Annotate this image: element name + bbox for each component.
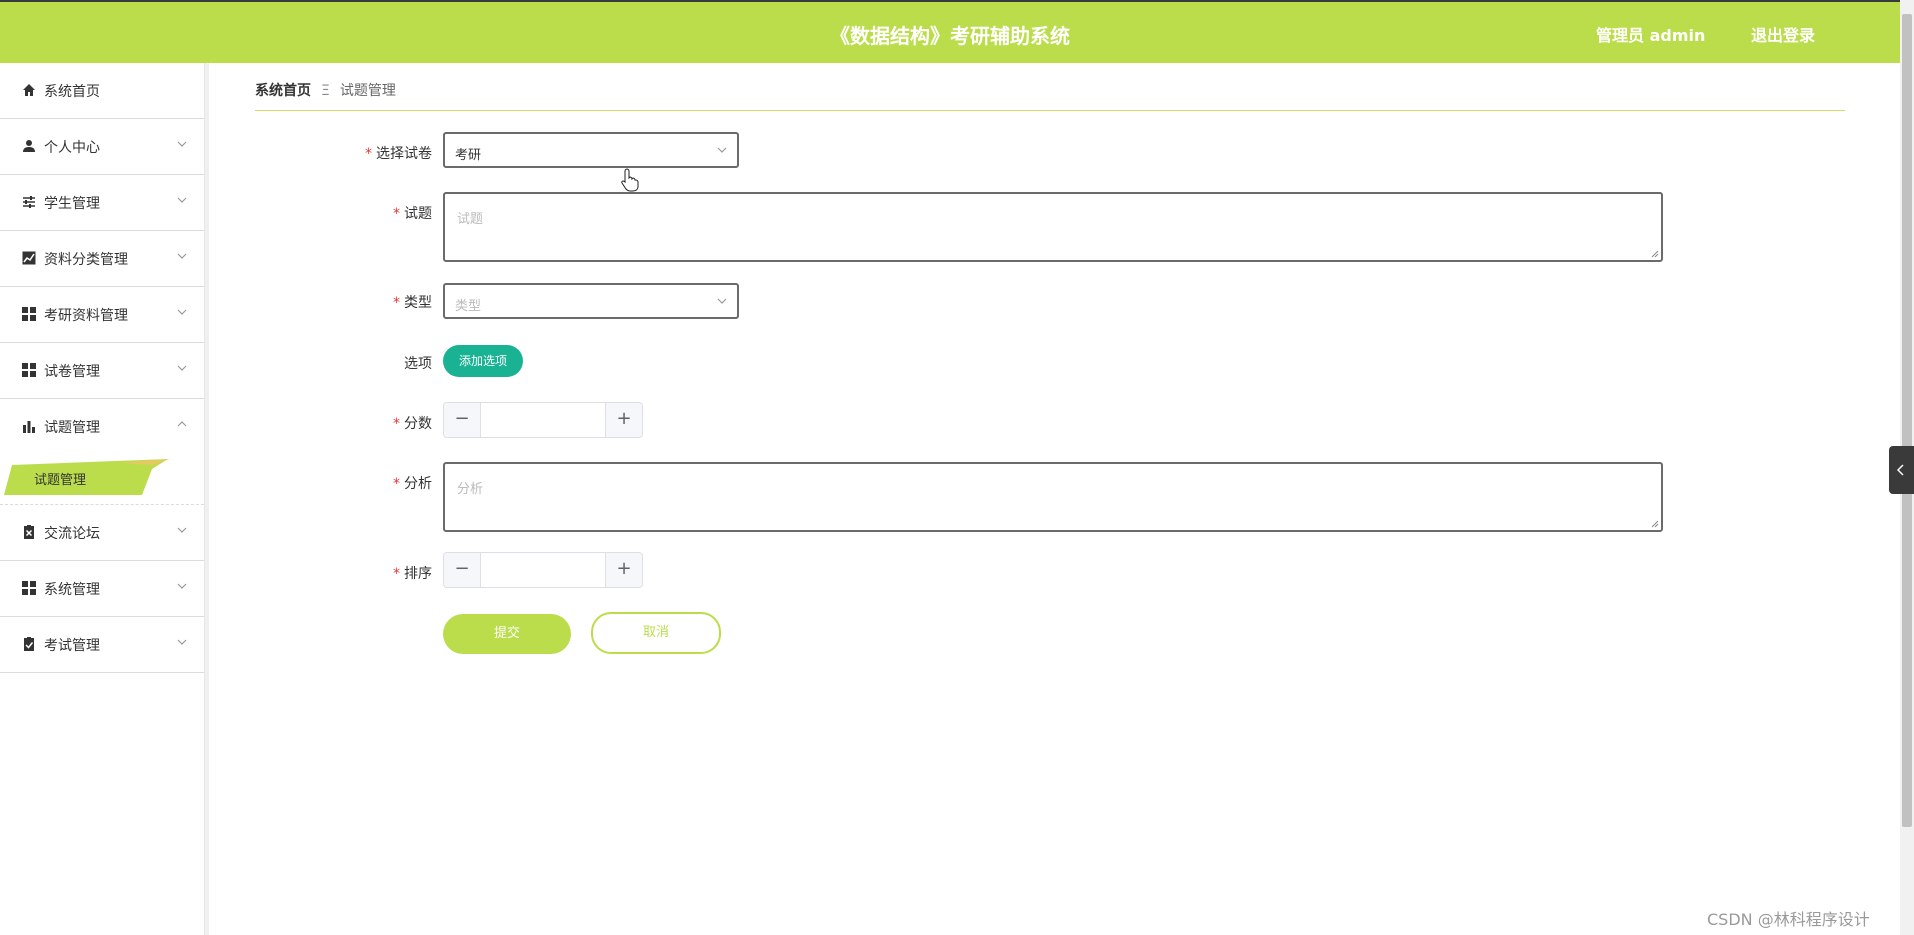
- sidebar-item-label: 学生管理: [44, 196, 100, 212]
- collapse-panel-tab[interactable]: [1889, 446, 1914, 494]
- chevron-down-icon: [177, 365, 187, 371]
- sidebar-item-material-category[interactable]: 资料分类管理: [0, 231, 204, 287]
- sidebar-item-label: 系统管理: [44, 582, 100, 598]
- sort-input[interactable]: [481, 553, 605, 587]
- required-mark: *: [393, 416, 400, 432]
- sidebar-shadow: [205, 63, 209, 935]
- sidebar-item-label: 考试管理: [44, 638, 100, 654]
- add-option-button[interactable]: 添加选项: [443, 345, 523, 377]
- trend-chart-icon: [22, 251, 36, 265]
- score-label: * 分数: [393, 416, 432, 432]
- chevron-down-icon: [177, 527, 187, 533]
- sidebar-item-home[interactable]: 系统首页: [0, 63, 204, 119]
- sidebar-item-label: 个人中心: [44, 140, 100, 156]
- sidebar-item-label: 试题管理: [44, 420, 100, 436]
- clipboard-check-icon: [24, 637, 34, 651]
- chevron-down-icon: [177, 141, 187, 147]
- sliders-icon: [23, 196, 35, 208]
- sidebar-item-label: 试卷管理: [44, 364, 100, 380]
- breadcrumb-current: 试题管理: [339, 83, 396, 99]
- chevron-down-icon: [177, 253, 187, 259]
- analysis-placeholder: 分析: [457, 482, 484, 497]
- options-label: 选项: [404, 356, 432, 372]
- scrollbar-thumb[interactable]: [1902, 14, 1912, 827]
- required-mark: *: [393, 206, 400, 222]
- watermark: CSDN @林科程序设计: [1707, 910, 1870, 929]
- grid-icon: [22, 581, 36, 595]
- sidebar-item-forum[interactable]: 交流论坛: [0, 505, 204, 561]
- sidebar-item-exams[interactable]: 考试管理: [0, 617, 204, 673]
- paper-label: * 选择试卷: [365, 146, 432, 162]
- question-label: * 试题: [393, 206, 432, 222]
- chevron-up-icon: [177, 421, 187, 427]
- score-input[interactable]: [481, 403, 605, 437]
- home-icon: [23, 84, 35, 96]
- analysis-textarea[interactable]: 分析: [443, 462, 1663, 532]
- required-mark: *: [393, 295, 400, 311]
- chevron-down-icon: [177, 639, 187, 645]
- paper-select[interactable]: 考研: [443, 132, 739, 168]
- grid-icon: [22, 363, 36, 377]
- sidebar-item-students[interactable]: 学生管理: [0, 175, 204, 231]
- analysis-label: * 分析: [393, 476, 432, 492]
- required-mark: *: [393, 566, 400, 582]
- sidebar-subitem-questions[interactable]: 试题管理: [0, 454, 204, 505]
- chevron-down-icon: [717, 298, 727, 304]
- chevron-down-icon: [717, 147, 727, 153]
- sidebar-item-exam-materials[interactable]: 考研资料管理: [0, 287, 204, 343]
- sort-stepper[interactable]: − +: [443, 552, 643, 588]
- type-select[interactable]: 类型: [443, 283, 739, 319]
- score-increment-button[interactable]: +: [605, 403, 642, 437]
- breadcrumb-separator: Ξ: [321, 83, 330, 99]
- sidebar: 系统首页 个人中心 学生管理 资料分类管理 考研资料管理 试卷管理 试题管理 试…: [0, 63, 205, 935]
- chevron-down-icon: [177, 197, 187, 203]
- breadcrumb-home[interactable]: 系统首页: [255, 83, 311, 99]
- breadcrumb: 系统首页 Ξ 试题管理: [255, 80, 396, 100]
- resize-grip-icon[interactable]: [1651, 250, 1659, 258]
- required-mark: *: [393, 476, 400, 492]
- chevron-down-icon: [177, 309, 187, 315]
- sidebar-item-papers[interactable]: 试卷管理: [0, 343, 204, 399]
- score-decrement-button[interactable]: −: [444, 403, 481, 437]
- type-select-placeholder: 类型: [455, 299, 482, 314]
- score-stepper[interactable]: − +: [443, 402, 643, 438]
- breadcrumb-divider: [255, 110, 1845, 111]
- sort-decrement-button[interactable]: −: [444, 553, 481, 587]
- sort-label: * 排序: [393, 566, 432, 582]
- required-mark: *: [365, 146, 372, 162]
- submit-button[interactable]: 提交: [443, 614, 571, 654]
- sidebar-item-label: 考研资料管理: [44, 308, 128, 324]
- current-user-label: 管理员 admin: [1596, 26, 1706, 45]
- top-bar: 《数据结构》考研辅助系统 管理员 admin 退出登录: [0, 0, 1900, 63]
- grid-icon: [22, 307, 36, 321]
- sidebar-item-label: 系统首页: [44, 84, 100, 100]
- question-placeholder: 试题: [457, 212, 484, 227]
- cancel-button[interactable]: 取消: [591, 612, 721, 654]
- sidebar-subitem-label: 试题管理: [34, 473, 87, 488]
- sidebar-item-label: 资料分类管理: [44, 252, 128, 268]
- sidebar-item-personal-center[interactable]: 个人中心: [0, 119, 204, 175]
- chevron-down-icon: [177, 583, 187, 589]
- sidebar-item-label: 交流论坛: [44, 526, 100, 542]
- user-icon: [23, 140, 35, 152]
- resize-grip-icon[interactable]: [1651, 520, 1659, 528]
- logout-button[interactable]: 退出登录: [1751, 22, 1815, 46]
- clipboard-x-icon: [24, 525, 34, 539]
- sidebar-item-system[interactable]: 系统管理: [0, 561, 204, 617]
- question-textarea[interactable]: 试题: [443, 192, 1663, 262]
- hand-cursor-icon: [621, 168, 639, 192]
- type-label: * 类型: [393, 295, 432, 311]
- paper-select-value: 考研: [455, 148, 482, 163]
- sidebar-item-questions[interactable]: 试题管理: [0, 399, 204, 454]
- sort-increment-button[interactable]: +: [605, 553, 642, 587]
- chevron-left-icon: [1897, 464, 1904, 476]
- bar-chart-icon: [23, 421, 35, 433]
